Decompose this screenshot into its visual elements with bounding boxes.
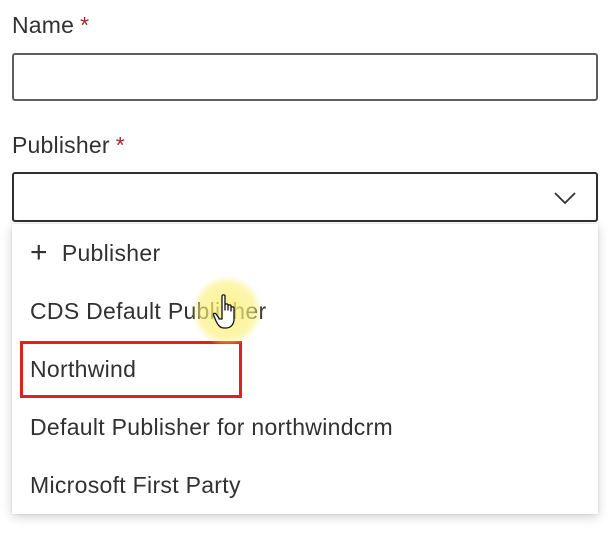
publisher-label: Publisher *: [12, 132, 125, 159]
chevron-down-icon[interactable]: [552, 184, 578, 210]
option-microsoft-first-party[interactable]: Microsoft First Party: [12, 456, 598, 514]
publisher-label-text: Publisher: [12, 132, 110, 158]
add-publisher-label: Publisher: [61, 239, 161, 266]
option-default-publisher-northwindcrm[interactable]: Default Publisher for northwindcrm: [12, 398, 598, 456]
required-asterisk: *: [115, 132, 125, 158]
name-input[interactable]: [12, 53, 598, 101]
option-cds-default-publisher[interactable]: CDS Default Publisher: [12, 282, 598, 340]
northwind-highlight-box: [20, 341, 242, 398]
required-asterisk: *: [80, 12, 90, 38]
name-label-text: Name: [12, 12, 75, 38]
name-label: Name *: [12, 12, 89, 39]
hand-pointer-icon: [212, 294, 235, 329]
publisher-select[interactable]: [12, 172, 598, 222]
add-publisher-option[interactable]: + Publisher: [12, 224, 598, 282]
plus-icon: +: [30, 236, 48, 269]
